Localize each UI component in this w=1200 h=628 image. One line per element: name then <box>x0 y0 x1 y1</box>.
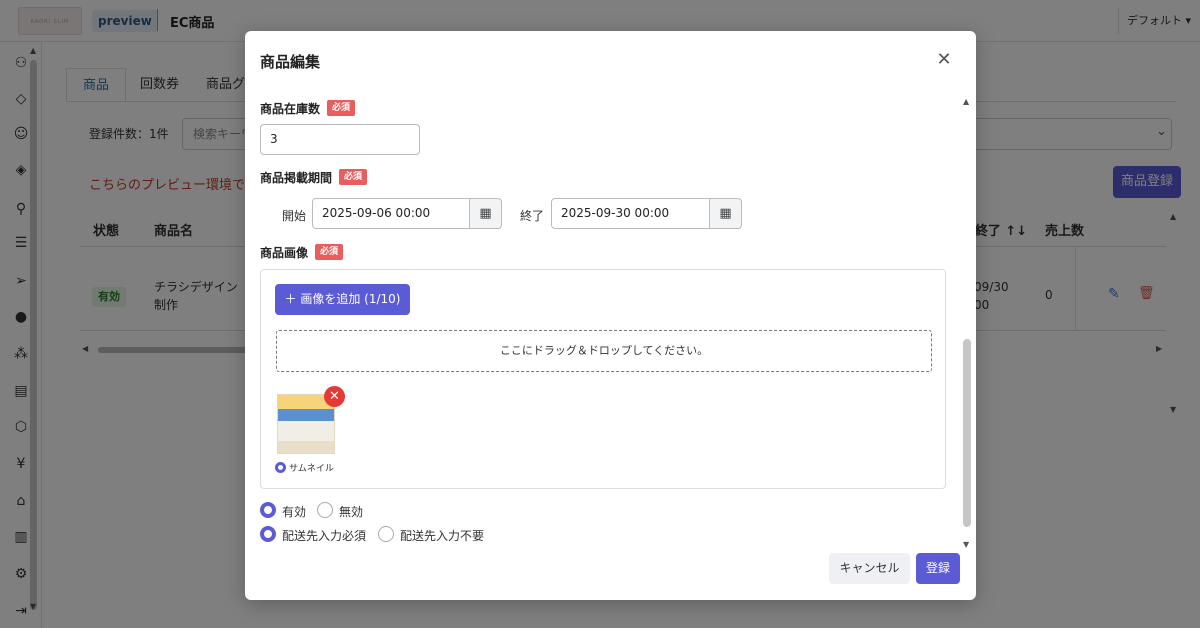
shipping-required-radio[interactable] <box>260 526 276 542</box>
required-badge: 必須 <box>315 244 344 260</box>
remove-image-icon[interactable]: ✕ <box>324 386 345 407</box>
shipping-required-label[interactable]: 配送先入力必須 <box>282 527 366 544</box>
modal-scroll-up-icon[interactable]: ▲ <box>963 97 969 106</box>
status-active-label[interactable]: 有効 <box>282 503 306 520</box>
shipping-not-required-radio[interactable] <box>378 526 394 542</box>
end-date-label: 終了 <box>520 209 545 223</box>
modal-scroll-down-icon[interactable]: ▼ <box>963 540 969 549</box>
end-date-input[interactable]: 2025-09-30 00:00 <box>551 198 710 229</box>
image-upload-panel: ＋ 画像を追加 (1/10) ここにドラッグ＆ドロップしてください。 ✕ サムネ… <box>260 269 946 489</box>
modal-scroll-thumb[interactable] <box>963 339 971 527</box>
modal-title: 商品編集 <box>260 53 321 71</box>
modal-scrollbar[interactable]: ▲ ▼ <box>963 97 971 552</box>
stock-label: 商品在庫数 <box>260 102 321 116</box>
shipping-not-required-label[interactable]: 配送先入力不要 <box>400 527 484 544</box>
status-inactive-label[interactable]: 無効 <box>339 503 363 520</box>
calendar-icon[interactable]: ▦ <box>470 198 502 229</box>
start-date-input[interactable]: 2025-09-06 00:00 <box>312 198 470 229</box>
thumbnail-label: サムネイル <box>289 464 334 474</box>
cancel-button[interactable]: キャンセル <box>829 553 910 584</box>
edit-product-modal: 商品編集 ✕ 商品在庫数 必須 3 商品掲載期間 必須 開始 2025-09-0… <box>245 31 976 600</box>
period-label: 商品掲載期間 <box>260 171 333 185</box>
submit-button[interactable]: 登録 <box>916 553 960 584</box>
status-inactive-radio[interactable] <box>317 502 333 518</box>
close-icon[interactable]: ✕ <box>934 50 954 70</box>
start-date-label: 開始 <box>282 209 307 223</box>
required-badge: 必須 <box>327 100 356 116</box>
add-image-button[interactable]: ＋ 画像を追加 (1/10) <box>275 284 410 315</box>
stock-input[interactable]: 3 <box>260 124 420 155</box>
thumbnail-radio[interactable] <box>275 462 286 473</box>
required-badge: 必須 <box>339 169 368 185</box>
calendar-icon[interactable]: ▦ <box>710 198 742 229</box>
image-label: 商品画像 <box>260 246 309 260</box>
status-active-radio[interactable] <box>260 502 276 518</box>
image-dropzone[interactable]: ここにドラッグ＆ドロップしてください。 <box>276 330 932 372</box>
